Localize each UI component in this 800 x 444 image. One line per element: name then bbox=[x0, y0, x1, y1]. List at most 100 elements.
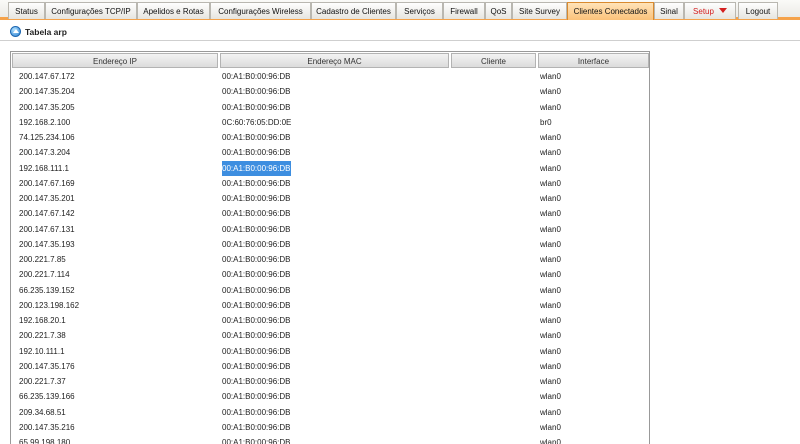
table-row[interactable]: 200.147.67.172 00:A1:B0:00:96:DB wlan0 bbox=[11, 69, 649, 84]
mac-cell: 00:A1:B0:00:96:DB bbox=[222, 285, 291, 295]
tab-label: Configurações TCP/IP bbox=[51, 7, 131, 16]
tab-label: Site Survey bbox=[519, 7, 560, 16]
column-header-interface[interactable]: Interface bbox=[538, 53, 649, 68]
tab-label: Firewall bbox=[450, 7, 478, 16]
interface-cell: wlan0 bbox=[540, 392, 561, 402]
ip-cell: 209.34.68.51 bbox=[19, 407, 66, 417]
ip-cell: 200.221.7.38 bbox=[19, 331, 66, 341]
tab-label: QoS bbox=[490, 7, 507, 16]
table-row[interactable]: 200.147.35.201 00:A1:B0:00:96:DB wlan0 bbox=[11, 191, 649, 206]
tab-connected-clients[interactable]: Clientes Conectados bbox=[567, 2, 654, 20]
ip-cell: 192.10.111.1 bbox=[19, 346, 65, 356]
tab-status[interactable]: Status bbox=[8, 2, 45, 19]
table-row[interactable]: 200.221.7.37 00:A1:B0:00:96:DB wlan0 bbox=[11, 374, 649, 389]
ip-cell: 192.168.20.1 bbox=[19, 316, 66, 325]
table-row[interactable]: 192.168.111.1 00:A1:B0:00:96:DB wlan0 bbox=[11, 160, 649, 176]
tab-label: Serviços bbox=[404, 7, 435, 16]
table-row[interactable]: 192.168.2.100 0C:60:76:05:DD:0E br0 bbox=[11, 115, 649, 130]
interface-cell: wlan0 bbox=[540, 438, 561, 444]
mac-cell: 00:A1:B0:00:96:DB bbox=[222, 361, 291, 371]
tab-qos[interactable]: QoS bbox=[485, 2, 512, 19]
table-row[interactable]: 200.147.35.193 00:A1:B0:00:96:DB wlan0 bbox=[11, 237, 649, 252]
table-row[interactable]: 200.147.3.204 00:A1:B0:00:96:DB wlan0 bbox=[11, 145, 649, 160]
table-row[interactable]: 200.221.7.38 00:A1:B0:00:96:DB wlan0 bbox=[11, 328, 649, 343]
tab-label: Setup bbox=[693, 7, 714, 16]
tab-client-registry[interactable]: Cadastro de Clientes bbox=[311, 2, 396, 19]
mac-cell: 00:A1:B0:00:96:DB bbox=[222, 407, 291, 417]
mac-cell: 00:A1:B0:00:96:DB bbox=[222, 133, 291, 142]
mac-cell: 00:A1:B0:00:96:DB bbox=[222, 160, 291, 176]
column-header-mac[interactable]: Endereço MAC bbox=[220, 53, 449, 68]
tab-services[interactable]: Serviços bbox=[396, 2, 443, 19]
interface-cell: wlan0 bbox=[540, 239, 561, 249]
tab-label: Clientes Conectados bbox=[573, 7, 648, 16]
interface-cell: wlan0 bbox=[540, 255, 561, 264]
column-header-client[interactable]: Cliente bbox=[451, 53, 536, 68]
ip-cell: 200.147.3.204 bbox=[19, 148, 71, 158]
interface-cell: br0 bbox=[540, 117, 552, 127]
mac-cell: 00:A1:B0:00:96:DB bbox=[222, 377, 291, 386]
ip-cell: 192.168.2.100 bbox=[19, 117, 71, 127]
tab-logout[interactable]: Logout bbox=[738, 2, 778, 19]
ip-cell: 200.147.35.216 bbox=[19, 422, 75, 432]
interface-cell: wlan0 bbox=[540, 209, 561, 219]
mac-cell: 00:A1:B0:00:96:DB bbox=[222, 148, 291, 158]
tab-setup[interactable]: Setup bbox=[684, 2, 736, 19]
ip-cell: 66.235.139.152 bbox=[19, 285, 75, 295]
table-row[interactable]: 200.147.67.131 00:A1:B0:00:96:DB wlan0 bbox=[11, 222, 649, 237]
interface-cell: wlan0 bbox=[540, 163, 561, 173]
tab-bar: Status Configurações TCP/IP Apelidos e R… bbox=[0, 0, 800, 20]
table-row[interactable]: 192.10.111.1 00:A1:B0:00:96:DB wlan0 bbox=[11, 344, 649, 359]
chevron-down-icon bbox=[718, 8, 727, 13]
interface-cell: wlan0 bbox=[540, 270, 561, 280]
table-row[interactable]: 66.235.139.152 00:A1:B0:00:96:DB wlan0 bbox=[11, 283, 649, 298]
ip-cell: 200.123.198.162 bbox=[19, 300, 80, 310]
tab-tcp-ip[interactable]: Configurações TCP/IP bbox=[45, 2, 137, 19]
interface-cell: wlan0 bbox=[540, 178, 561, 188]
table-row[interactable]: 192.168.20.1 00:A1:B0:00:96:DB wlan0 bbox=[11, 313, 649, 328]
ip-cell: 200.147.35.176 bbox=[19, 361, 75, 371]
ip-cell: 200.221.7.85 bbox=[19, 255, 66, 264]
table-row[interactable]: 200.147.35.204 00:A1:B0:00:96:DB wlan0 bbox=[11, 84, 649, 99]
ip-cell: 66.235.139.166 bbox=[19, 392, 75, 402]
mac-cell: 00:A1:B0:00:96:DB bbox=[222, 316, 291, 325]
tab-label: Logout bbox=[745, 7, 771, 16]
table-row[interactable]: 209.34.68.51 00:A1:B0:00:96:DB wlan0 bbox=[11, 405, 649, 420]
section-title: Tabela arp bbox=[25, 27, 67, 37]
table-row[interactable]: 200.123.198.162 00:A1:B0:00:96:DB wlan0 bbox=[11, 298, 649, 313]
table-row[interactable]: 200.147.35.216 00:A1:B0:00:96:DB wlan0 bbox=[11, 420, 649, 435]
tab-firewall[interactable]: Firewall bbox=[443, 2, 485, 19]
interface-cell: wlan0 bbox=[540, 102, 561, 112]
table-row[interactable]: 200.147.67.169 00:A1:B0:00:96:DB wlan0 bbox=[11, 176, 649, 191]
divider bbox=[0, 40, 800, 41]
mac-cell: 00:A1:B0:00:96:DB bbox=[222, 270, 291, 280]
table-row[interactable]: 65.99.198.180 00:A1:B0:00:96:DB wlan0 bbox=[11, 435, 649, 444]
tab-site-survey[interactable]: Site Survey bbox=[512, 2, 567, 19]
tab-wireless[interactable]: Configurações Wireless bbox=[210, 2, 311, 19]
ip-cell: 192.168.111.1 bbox=[19, 163, 69, 173]
mac-cell: 00:A1:B0:00:96:DB bbox=[222, 72, 291, 81]
mac-cell: 00:A1:B0:00:96:DB bbox=[222, 255, 291, 264]
tab-signal[interactable]: Sinal bbox=[654, 2, 684, 19]
tab-label: Sinal bbox=[660, 7, 678, 16]
mac-cell: 00:A1:B0:00:96:DB bbox=[222, 87, 291, 97]
table-row[interactable]: 200.147.35.176 00:A1:B0:00:96:DB wlan0 bbox=[11, 359, 649, 374]
table-body: 200.147.67.172 00:A1:B0:00:96:DB wlan0 200.… bbox=[11, 69, 649, 444]
table-row[interactable]: 74.125.234.106 00:A1:B0:00:96:DB wlan0 bbox=[11, 130, 649, 145]
ip-cell: 200.147.35.193 bbox=[19, 239, 75, 249]
table-row[interactable]: 200.147.67.142 00:A1:B0:00:96:DB wlan0 bbox=[11, 206, 649, 221]
interface-cell: wlan0 bbox=[540, 316, 561, 325]
interface-cell: wlan0 bbox=[540, 300, 561, 310]
table-row[interactable]: 200.147.35.205 00:A1:B0:00:96:DB wlan0 bbox=[11, 100, 649, 115]
interface-cell: wlan0 bbox=[540, 133, 561, 142]
table-row[interactable]: 200.221.7.114 00:A1:B0:00:96:DB wlan0 bbox=[11, 267, 649, 282]
mac-cell: 00:A1:B0:00:96:DB bbox=[222, 239, 291, 249]
table-row[interactable]: 200.221.7.85 00:A1:B0:00:96:DB wlan0 bbox=[11, 252, 649, 267]
table-row[interactable]: 66.235.139.166 00:A1:B0:00:96:DB wlan0 bbox=[11, 389, 649, 404]
mac-cell: 00:A1:B0:00:96:DB bbox=[222, 346, 291, 356]
tab-aliases-routes[interactable]: Apelidos e Rotas bbox=[137, 2, 210, 19]
interface-cell: wlan0 bbox=[540, 331, 561, 341]
ip-cell: 200.221.7.114 bbox=[19, 270, 70, 280]
column-header-ip[interactable]: Endereço IP bbox=[12, 53, 218, 68]
ip-cell: 200.147.67.131 bbox=[19, 224, 75, 234]
